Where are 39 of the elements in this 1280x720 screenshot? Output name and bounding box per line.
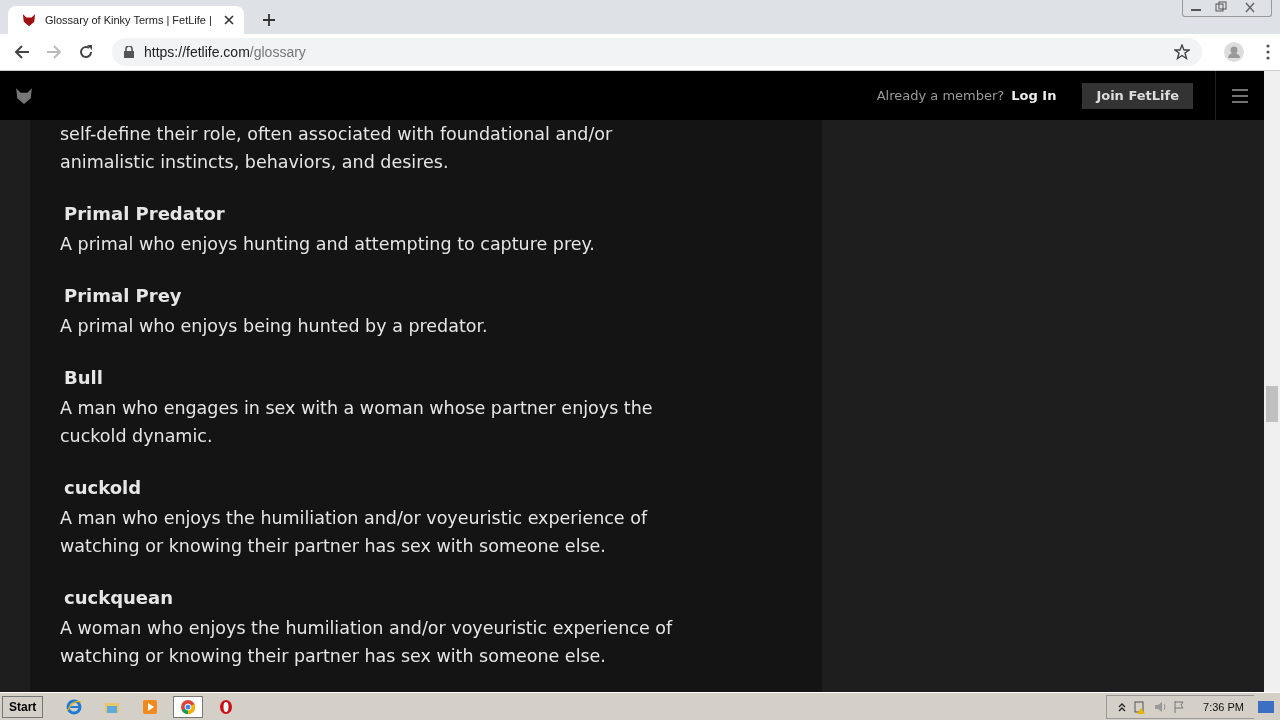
- back-icon[interactable]: [14, 44, 30, 60]
- term-title: Primal Predator: [64, 202, 226, 226]
- menu-icon[interactable]: [1232, 88, 1248, 103]
- definition-text: A man who engages in sex with a woman whose partner enjoys the cuckold dynamic.: [60, 397, 654, 448]
- definition-text: self-define their role, often associated with foundational and/or animalistic instincts, behaviors, and desires.: [60, 123, 614, 174]
- definition-text: A primal who enjoys hunting and attempting to capture prey.: [60, 233, 596, 256]
- join-button[interactable]: Join FetLife: [1082, 82, 1193, 109]
- fox-icon: [22, 13, 36, 27]
- term-title: cuckquean: [64, 586, 174, 610]
- scrollbar[interactable]: [1264, 71, 1280, 692]
- scrollbar-thumb[interactable]: [1266, 386, 1278, 422]
- member-prompt: Already a member?: [876, 88, 1005, 103]
- definition-text: A woman who enjoys the humiliation and/or voyeuristic experience of watching or knowing their partner has sex with someone else.: [60, 617, 674, 668]
- ie-icon: [66, 698, 83, 715]
- chrome-icon: [180, 698, 197, 715]
- term-title: cuckold: [64, 476, 143, 500]
- address-bar[interactable]: https://fetlife.com/glossary: [112, 38, 1202, 66]
- menu-icon[interactable]: [1266, 44, 1270, 60]
- show-desktop-button[interactable]: [1258, 700, 1274, 713]
- star-icon[interactable]: [1174, 44, 1190, 60]
- new-tab-icon[interactable]: [262, 13, 276, 27]
- clock: 7:36 PM: [1203, 700, 1244, 713]
- term-title: Bull: [64, 366, 104, 390]
- fox-logo-icon[interactable]: [15, 86, 33, 105]
- tab-title: Glossary of Kinky Terms | FetLife |: [45, 14, 213, 26]
- login-link[interactable]: Log In: [1011, 88, 1057, 103]
- taskbar-app[interactable]: [173, 695, 204, 718]
- profile-icon[interactable]: [1224, 42, 1244, 62]
- start-button[interactable]: Start: [2, 695, 44, 718]
- lock-icon: [124, 46, 134, 58]
- close-icon[interactable]: [224, 15, 234, 25]
- term-title: Primal Prey: [64, 284, 183, 308]
- definition-text: A man who enjoys the humiliation and/or voyeuristic experience of watching or knowing their partner has sex with someone else.: [60, 507, 649, 558]
- browser-tab[interactable]: Glossary of Kinky Terms | FetLife |: [8, 6, 244, 34]
- opera-icon: [218, 698, 235, 715]
- definition-text: A primal who enjoys being hunted by a predator.: [60, 315, 489, 338]
- play-icon: [142, 698, 159, 715]
- reload-icon[interactable]: [78, 44, 94, 60]
- window-controls[interactable]: [1182, 0, 1272, 17]
